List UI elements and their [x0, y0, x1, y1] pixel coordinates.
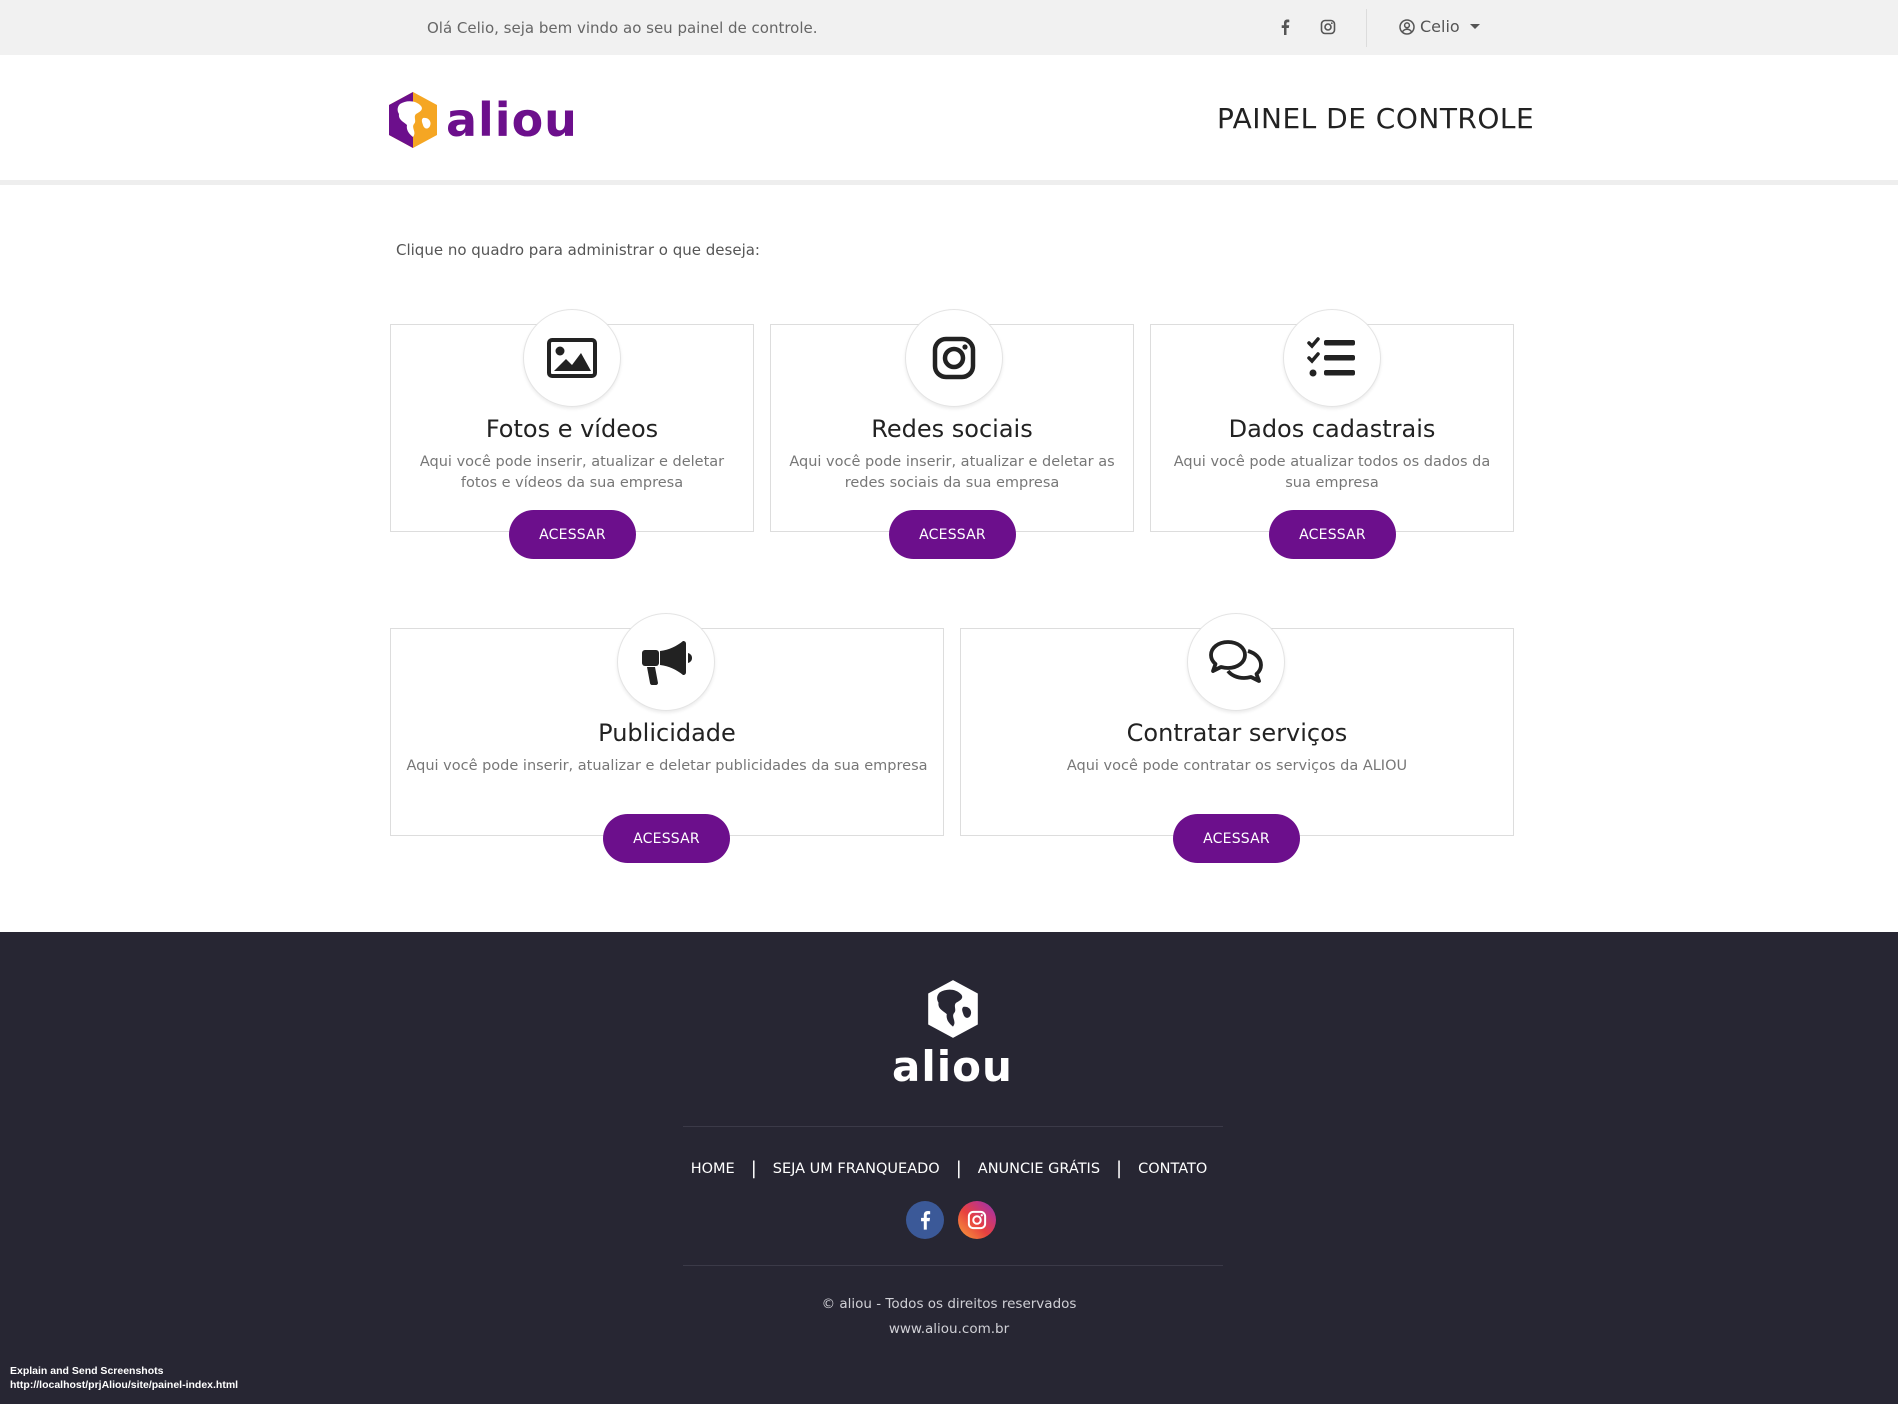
overlay-url: http://localhost/prjAliou/site/painel-in… [10, 1379, 239, 1391]
card-fotos-videos[interactable]: Fotos e vídeos Aqui você pode inserir, a… [390, 309, 754, 559]
card-title: Redes sociais [871, 415, 1033, 443]
card-contratar-servicos[interactable]: Contratar serviços Aqui você pode contra… [960, 613, 1514, 863]
instagram-icon[interactable] [1318, 17, 1338, 37]
screenshot-tool-overlay: Explain and Send Screenshots http://loca… [10, 1364, 238, 1392]
card-redes-sociais[interactable]: Redes sociais Aqui você pode inserir, at… [770, 309, 1134, 559]
footer-link-contato[interactable]: CONTATO [1138, 1161, 1207, 1177]
copyright-text: © aliou - Todos os direitos reservados [821, 1296, 1077, 1312]
card-description: Aqui você pode atualizar todos os dados … [1173, 454, 1491, 491]
user-menu[interactable]: Celio [1399, 17, 1480, 36]
card-icon-circle [1283, 309, 1381, 407]
globe-hexagon-icon [389, 92, 437, 148]
topbar-divider [1366, 9, 1367, 47]
acessar-button[interactable]: ACESSAR [509, 510, 636, 559]
card-title: Contratar serviços [1126, 719, 1348, 747]
card-icon-circle [523, 309, 621, 407]
overlay-title: Explain and Send Screenshots [10, 1365, 164, 1377]
footer-logo-wordmark: aliou [892, 1042, 1013, 1091]
card-title: Dados cadastrais [1228, 415, 1436, 443]
card-description: Aqui você pode inserir, atualizar e dele… [419, 454, 725, 491]
brand-logo[interactable]: aliou [386, 90, 578, 150]
card-publicidade[interactable]: Publicidade Aqui você pode inserir, atua… [390, 613, 944, 863]
instagram-icon [932, 336, 976, 380]
page-footer: aliou HOME | SEJA UM FRANQUEADO | ANUNCI… [0, 932, 1898, 1404]
welcome-message: Olá Celio, seja bem vindo ao seu painel … [427, 19, 818, 37]
footer-link-home[interactable]: HOME [691, 1161, 735, 1177]
user-circle-icon [1399, 18, 1415, 35]
footer-divider [683, 1126, 1223, 1127]
megaphone-icon [642, 641, 692, 685]
card-description: Aqui você pode inserir, atualizar e dele… [406, 758, 928, 774]
card-icon-circle [1187, 613, 1285, 711]
card-description: Aqui você pode inserir, atualizar e dele… [789, 454, 1115, 491]
globe-hexagon-icon [927, 980, 978, 1038]
nav-separator: | [750, 1158, 757, 1179]
card-description: Aqui você pode contratar os serviços da … [1066, 758, 1408, 774]
card-icon-circle [905, 309, 1003, 407]
acessar-button[interactable]: ACESSAR [1269, 510, 1396, 559]
image-icon [547, 338, 597, 378]
card-title: Fotos e vídeos [485, 415, 659, 443]
footer-link-franqueado[interactable]: SEJA UM FRANQUEADO [773, 1161, 940, 1177]
page-title: PAINEL DE CONTROLE [1217, 102, 1535, 135]
acessar-button[interactable]: ACESSAR [889, 510, 1016, 559]
chat-bubbles-icon [1209, 640, 1263, 683]
user-name: Celio [1420, 17, 1460, 36]
acessar-button[interactable]: ACESSAR [1173, 814, 1300, 863]
facebook-icon[interactable] [906, 1201, 944, 1239]
nav-separator: | [955, 1158, 962, 1179]
page-header: aliou PAINEL DE CONTROLE [0, 55, 1898, 185]
facebook-icon[interactable] [1275, 17, 1295, 37]
checklist-icon [1307, 337, 1355, 377]
footer-divider [683, 1265, 1223, 1266]
top-bar: Olá Celio, seja bem vindo ao seu painel … [0, 0, 1898, 55]
footer-link-anuncie[interactable]: ANUNCIE GRÁTIS [978, 1161, 1100, 1177]
footer-logo[interactable]: aliou [880, 978, 1025, 1088]
card-icon-circle [617, 613, 715, 711]
footer-nav: HOME | SEJA UM FRANQUEADO | ANUNCIE GRÁT… [0, 1158, 1898, 1179]
chevron-down-icon [1469, 24, 1480, 29]
instagram-icon[interactable] [958, 1201, 996, 1239]
website-text: www.aliou.com.br [888, 1321, 1010, 1337]
card-title: Publicidade [598, 719, 736, 747]
logo-wordmark: aliou [446, 93, 578, 147]
card-dados-cadastrais[interactable]: Dados cadastrais Aqui você pode atualiza… [1150, 309, 1514, 559]
acessar-button[interactable]: ACESSAR [603, 814, 730, 863]
nav-separator: | [1116, 1158, 1123, 1179]
instruction-text: Clique no quadro para administrar o que … [396, 241, 760, 259]
